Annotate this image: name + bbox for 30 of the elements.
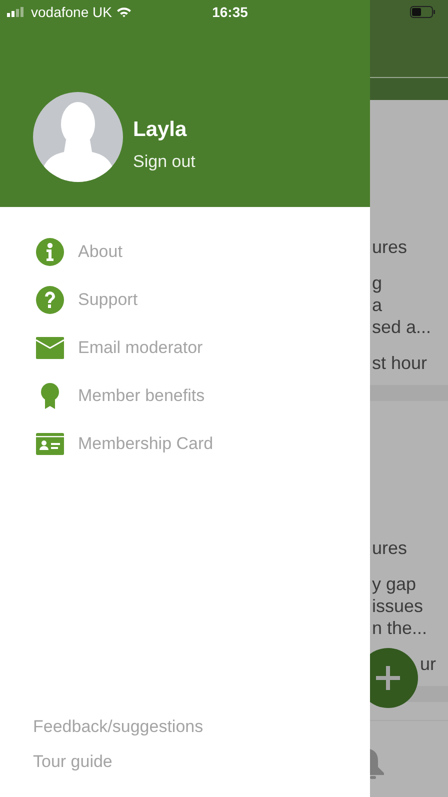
info-icon	[36, 238, 64, 266]
card-time: st hour	[372, 352, 428, 374]
user-name: Layla	[133, 118, 188, 142]
id-card-icon	[36, 433, 64, 455]
add-button[interactable]	[370, 648, 418, 708]
carrier-name: vodafone UK	[31, 4, 112, 20]
menu-item[interactable]: Member benefits	[78, 386, 205, 406]
status-time: 16:35	[211, 4, 249, 20]
wifi-icon	[116, 6, 132, 18]
card-title: ures	[372, 236, 408, 258]
avatar-icon	[33, 92, 123, 182]
menu-item[interactable]: Email moderator	[78, 338, 203, 358]
menu-item[interactable]: Support	[78, 290, 138, 310]
battery-icon	[410, 6, 436, 18]
sign-out-link[interactable]: Sign out	[133, 152, 196, 172]
card-excerpt: a	[372, 294, 384, 316]
plus-icon	[376, 666, 400, 690]
card-excerpt: y gap	[372, 573, 418, 595]
menu-item[interactable]: About	[78, 242, 122, 262]
footer-link[interactable]: Tour guide	[33, 752, 370, 772]
card-excerpt: g	[372, 272, 384, 294]
footer-link[interactable]: Feedback/suggestions	[33, 717, 370, 737]
card-time: ur	[420, 653, 436, 675]
card-excerpt: sed a...	[372, 316, 432, 338]
card-excerpt: n the...	[372, 617, 428, 639]
envelope-icon	[36, 337, 64, 359]
card-title: ures	[372, 537, 408, 559]
menu-item[interactable]: Membership Card	[78, 434, 214, 454]
help-icon	[36, 286, 64, 314]
card-excerpt: issues	[372, 595, 424, 617]
